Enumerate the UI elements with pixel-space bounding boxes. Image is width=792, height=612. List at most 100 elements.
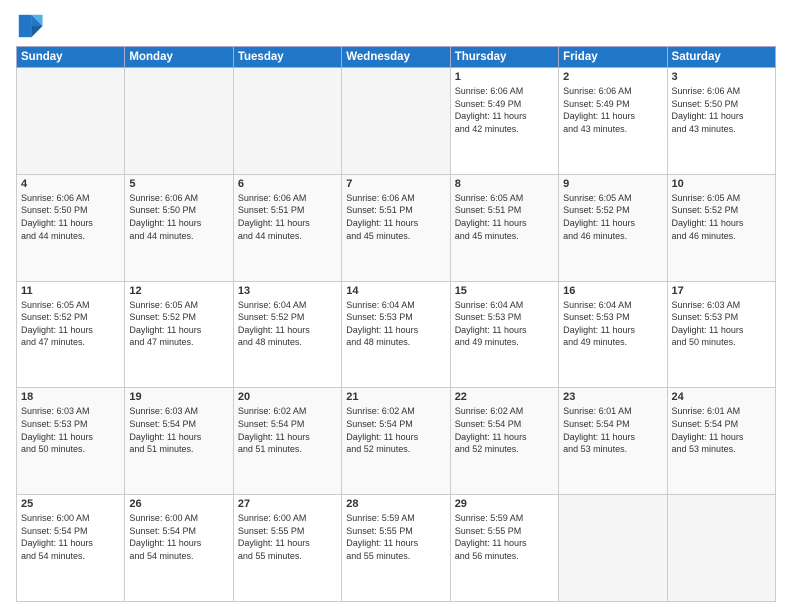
day-number: 21 [346,391,445,403]
day-number: 1 [455,71,554,83]
day-info: Sunrise: 6:01 AM Sunset: 5:54 PM Dayligh… [672,405,771,455]
day-info: Sunrise: 6:06 AM Sunset: 5:51 PM Dayligh… [238,192,337,242]
calendar-table: SundayMondayTuesdayWednesdayThursdayFrid… [16,46,776,602]
day-info: Sunrise: 6:05 AM Sunset: 5:52 PM Dayligh… [672,192,771,242]
day-info: Sunrise: 6:05 AM Sunset: 5:51 PM Dayligh… [455,192,554,242]
calendar-header-sunday: Sunday [17,47,125,68]
calendar-week-3: 18Sunrise: 6:03 AM Sunset: 5:53 PM Dayli… [17,388,776,495]
day-info: Sunrise: 6:04 AM Sunset: 5:53 PM Dayligh… [563,299,662,349]
calendar-header-row: SundayMondayTuesdayWednesdayThursdayFrid… [17,47,776,68]
day-info: Sunrise: 6:03 AM Sunset: 5:54 PM Dayligh… [129,405,228,455]
calendar-cell: 25 Sunrise: 6:00 AM Sunset: 5:54 PM Dayli… [17,495,125,602]
day-number: 7 [346,178,445,190]
calendar-cell: 26 Sunrise: 6:00 AM Sunset: 5:54 PM Dayli… [125,495,233,602]
calendar-cell: 22 Sunrise: 6:02 AM Sunset: 5:54 PM Dayli… [450,388,558,495]
day-number: 28 [346,498,445,510]
page: SundayMondayTuesdayWednesdayThursdayFrid… [0,0,792,612]
calendar-cell: 7 Sunrise: 6:06 AM Sunset: 5:51 PM Daylig… [342,174,450,281]
day-info: Sunrise: 6:03 AM Sunset: 5:53 PM Dayligh… [21,405,120,455]
day-info: Sunrise: 6:02 AM Sunset: 5:54 PM Dayligh… [455,405,554,455]
calendar-cell: 2 Sunrise: 6:06 AM Sunset: 5:49 PM Daylig… [559,68,667,175]
calendar-cell: 6 Sunrise: 6:06 AM Sunset: 5:51 PM Daylig… [233,174,341,281]
logo [16,12,48,40]
calendar-week-1: 4 Sunrise: 6:06 AM Sunset: 5:50 PM Daylig… [17,174,776,281]
calendar-cell: 18Sunrise: 6:03 AM Sunset: 5:53 PM Dayli… [17,388,125,495]
calendar-header-wednesday: Wednesday [342,47,450,68]
calendar-cell: 1 Sunrise: 6:06 AM Sunset: 5:49 PM Daylig… [450,68,558,175]
day-number: 22 [455,391,554,403]
calendar-cell: 19 Sunrise: 6:03 AM Sunset: 5:54 PM Dayli… [125,388,233,495]
day-number: 9 [563,178,662,190]
day-info: Sunrise: 6:03 AM Sunset: 5:53 PM Dayligh… [672,299,771,349]
day-number: 29 [455,498,554,510]
day-info: Sunrise: 6:06 AM Sunset: 5:51 PM Dayligh… [346,192,445,242]
day-number: 20 [238,391,337,403]
day-info: Sunrise: 5:59 AM Sunset: 5:55 PM Dayligh… [455,512,554,562]
calendar-week-4: 25 Sunrise: 6:00 AM Sunset: 5:54 PM Dayli… [17,495,776,602]
day-info: Sunrise: 6:00 AM Sunset: 5:54 PM Dayligh… [21,512,120,562]
calendar-cell [17,68,125,175]
day-number: 23 [563,391,662,403]
calendar-cell: 15 Sunrise: 6:04 AM Sunset: 5:53 PM Dayli… [450,281,558,388]
day-info: Sunrise: 6:06 AM Sunset: 5:49 PM Dayligh… [563,85,662,135]
calendar-cell [233,68,341,175]
day-info: Sunrise: 6:06 AM Sunset: 5:49 PM Dayligh… [455,85,554,135]
day-number: 24 [672,391,771,403]
day-info: Sunrise: 6:01 AM Sunset: 5:54 PM Dayligh… [563,405,662,455]
day-number: 16 [563,285,662,297]
calendar-cell: 28 Sunrise: 5:59 AM Sunset: 5:55 PM Dayli… [342,495,450,602]
day-number: 27 [238,498,337,510]
day-info: Sunrise: 6:00 AM Sunset: 5:55 PM Dayligh… [238,512,337,562]
calendar-cell: 13Sunrise: 6:04 AM Sunset: 5:52 PM Dayli… [233,281,341,388]
calendar-cell: 14Sunrise: 6:04 AM Sunset: 5:53 PM Dayli… [342,281,450,388]
logo-icon [16,12,44,40]
calendar-header-monday: Monday [125,47,233,68]
day-number: 10 [672,178,771,190]
day-info: Sunrise: 6:04 AM Sunset: 5:53 PM Dayligh… [346,299,445,349]
day-number: 4 [21,178,120,190]
calendar-cell: 12 Sunrise: 6:05 AM Sunset: 5:52 PM Dayli… [125,281,233,388]
calendar-cell [667,495,775,602]
calendar-cell: 29 Sunrise: 5:59 AM Sunset: 5:55 PM Dayli… [450,495,558,602]
calendar-header-friday: Friday [559,47,667,68]
day-info: Sunrise: 6:06 AM Sunset: 5:50 PM Dayligh… [672,85,771,135]
day-number: 19 [129,391,228,403]
day-info: Sunrise: 6:06 AM Sunset: 5:50 PM Dayligh… [129,192,228,242]
day-info: Sunrise: 6:05 AM Sunset: 5:52 PM Dayligh… [21,299,120,349]
day-number: 3 [672,71,771,83]
day-number: 5 [129,178,228,190]
day-number: 12 [129,285,228,297]
day-number: 26 [129,498,228,510]
calendar-header-thursday: Thursday [450,47,558,68]
calendar-cell: 27 Sunrise: 6:00 AM Sunset: 5:55 PM Dayli… [233,495,341,602]
day-number: 17 [672,285,771,297]
day-number: 25 [21,498,120,510]
day-info: Sunrise: 6:05 AM Sunset: 5:52 PM Dayligh… [129,299,228,349]
day-number: 13 [238,285,337,297]
day-number: 6 [238,178,337,190]
day-number: 15 [455,285,554,297]
day-number: 11 [21,285,120,297]
day-info: Sunrise: 6:04 AM Sunset: 5:53 PM Dayligh… [455,299,554,349]
day-number: 8 [455,178,554,190]
calendar-cell: 16 Sunrise: 6:04 AM Sunset: 5:53 PM Dayli… [559,281,667,388]
calendar-header-saturday: Saturday [667,47,775,68]
calendar-cell: 21Sunrise: 6:02 AM Sunset: 5:54 PM Dayli… [342,388,450,495]
calendar-cell: 17 Sunrise: 6:03 AM Sunset: 5:53 PM Dayli… [667,281,775,388]
calendar-cell [559,495,667,602]
calendar-cell: 10 Sunrise: 6:05 AM Sunset: 5:52 PM Dayli… [667,174,775,281]
day-info: Sunrise: 6:00 AM Sunset: 5:54 PM Dayligh… [129,512,228,562]
day-number: 2 [563,71,662,83]
calendar-cell: 11 Sunrise: 6:05 AM Sunset: 5:52 PM Dayli… [17,281,125,388]
calendar-cell: 4 Sunrise: 6:06 AM Sunset: 5:50 PM Daylig… [17,174,125,281]
day-info: Sunrise: 6:06 AM Sunset: 5:50 PM Dayligh… [21,192,120,242]
calendar-week-0: 1 Sunrise: 6:06 AM Sunset: 5:49 PM Daylig… [17,68,776,175]
calendar-cell: 8 Sunrise: 6:05 AM Sunset: 5:51 PM Daylig… [450,174,558,281]
header [16,12,776,40]
day-info: Sunrise: 5:59 AM Sunset: 5:55 PM Dayligh… [346,512,445,562]
day-info: Sunrise: 6:05 AM Sunset: 5:52 PM Dayligh… [563,192,662,242]
calendar-cell: 9 Sunrise: 6:05 AM Sunset: 5:52 PM Daylig… [559,174,667,281]
calendar-cell: 3 Sunrise: 6:06 AM Sunset: 5:50 PM Daylig… [667,68,775,175]
calendar-cell: 5 Sunrise: 6:06 AM Sunset: 5:50 PM Daylig… [125,174,233,281]
calendar-week-2: 11 Sunrise: 6:05 AM Sunset: 5:52 PM Dayli… [17,281,776,388]
